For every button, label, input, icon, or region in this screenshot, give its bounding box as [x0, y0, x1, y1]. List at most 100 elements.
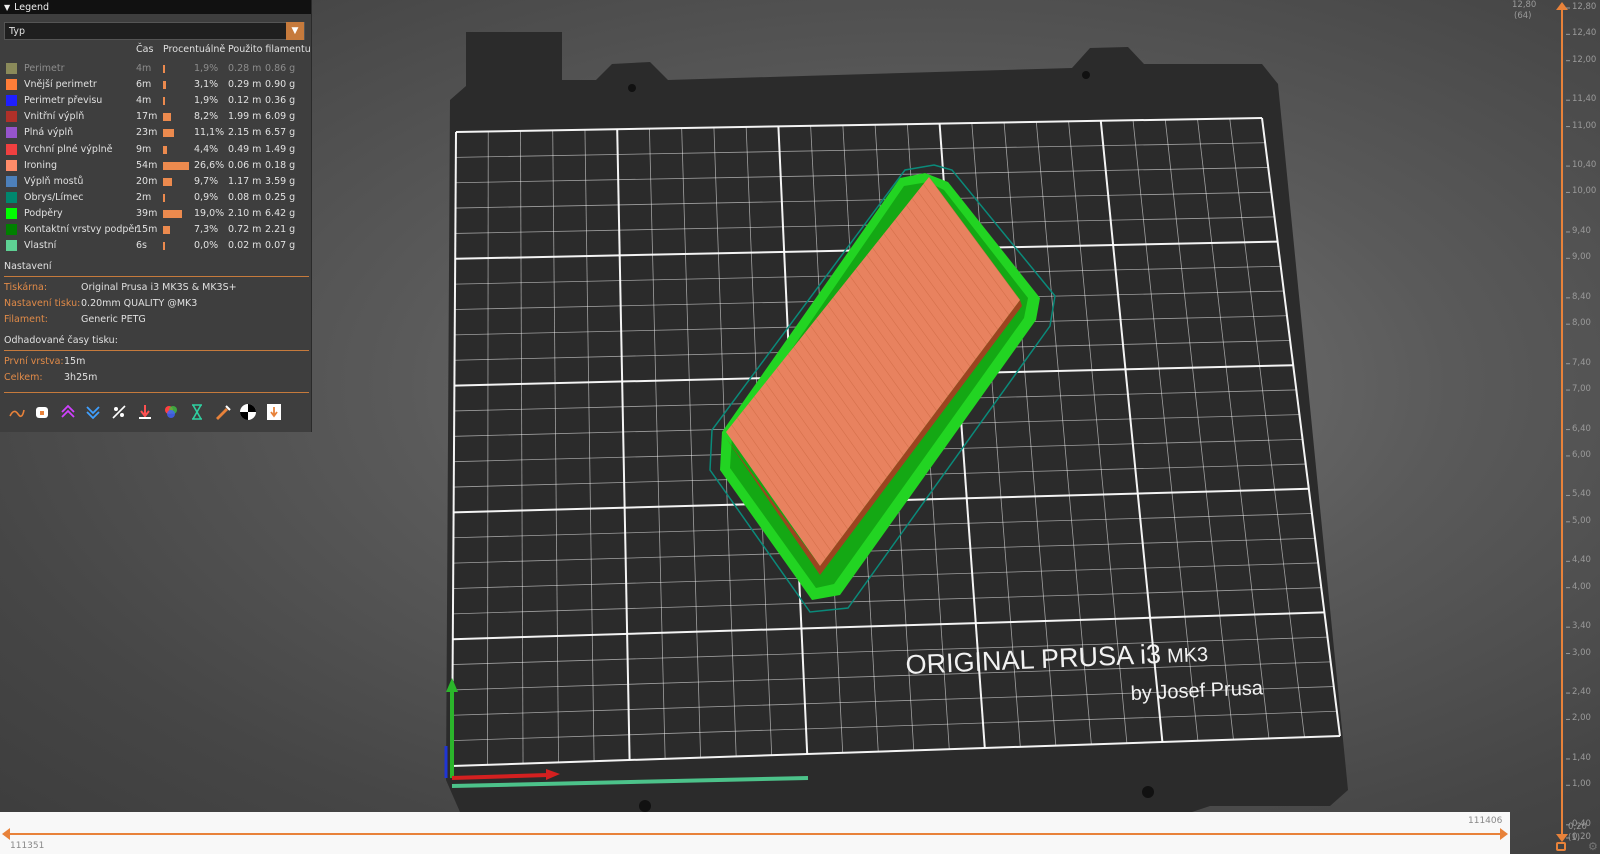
setting-value: 0.20mm QUALITY @MK3: [81, 298, 198, 309]
feature-row[interactable]: Perimetr převisu 4m 1,9% 0.12 m 0.36 g: [0, 93, 312, 109]
estimate-value: 3h25m: [64, 372, 98, 383]
wipe-icon[interactable]: [32, 402, 52, 422]
custom-gcodes-icon[interactable]: [212, 402, 232, 422]
feature-percent: 8,2%: [194, 111, 219, 123]
column-filament: Použito filamentu: [228, 44, 311, 55]
feature-row[interactable]: Perimetr 4m 1,9% 0.28 m 0.86 g: [0, 61, 312, 77]
feature-time: 15m: [136, 224, 158, 235]
estimate-key: První vrstva:: [4, 356, 64, 367]
feature-name: Vnější perimetr: [24, 79, 97, 91]
estimate-key: Celkem:: [4, 372, 43, 383]
feature-percent: 0,9%: [194, 191, 219, 203]
feature-length: 0.28 m: [228, 63, 262, 74]
feature-row[interactable]: Vnější perimetr 6m 3,1% 0.29 m 0.90 g: [0, 77, 312, 93]
feature-row[interactable]: Vlastní 6s 0,0% 0.02 m 0.07 g: [0, 238, 312, 254]
feature-share-bar: [163, 129, 174, 138]
feature-length: 0.29 m: [228, 79, 262, 91]
feature-name: Vlastní: [24, 240, 57, 252]
feature-time: 23m: [136, 127, 158, 139]
layer-tick-label: 8,40: [1572, 291, 1591, 302]
shells-icon[interactable]: [264, 402, 284, 422]
feature-weight: 0.18 g: [265, 159, 296, 171]
feature-row[interactable]: Plná výplň 23m 11,1% 2.15 m 6.57 g: [0, 125, 312, 141]
layer-tick-label: 2,00: [1572, 713, 1591, 724]
feature-row[interactable]: Kontaktní vrstvy podpěr 15m 7,3% 0.72 m 2.21…: [0, 222, 312, 238]
deretractions-icon[interactable]: [83, 402, 103, 422]
lock-icon[interactable]: [1556, 842, 1566, 851]
feature-name: Výplň mostů: [24, 175, 84, 187]
color-changes-icon[interactable]: [161, 402, 181, 422]
layer-tick-label: 10,00: [1572, 186, 1597, 197]
layer-tick-label: 1,00: [1572, 779, 1591, 790]
column-percent: Procentuálně: [163, 44, 226, 55]
column-time: Čas: [136, 44, 154, 55]
feature-length: 0.08 m: [228, 191, 262, 203]
layer-tick-label: 11,00: [1572, 120, 1597, 131]
feature-weight: 0.36 g: [265, 95, 296, 107]
feature-time: 9m: [136, 143, 152, 155]
feature-length: 0.49 m: [228, 143, 262, 155]
color-swatch: [6, 175, 17, 187]
retractions-icon[interactable]: [58, 402, 78, 422]
color-swatch: [6, 191, 17, 203]
view-type-select[interactable]: Typ ▼: [4, 22, 305, 40]
feature-weight: 2.21 g: [265, 224, 296, 235]
estimate-total: Celkem: 3h25m: [4, 372, 97, 383]
feature-row[interactable]: Vnitřní výplň 17m 8,2% 1.99 m 6.09 g: [0, 109, 312, 125]
tool-changes-icon[interactable]: [135, 402, 155, 422]
feature-time: 4m: [136, 95, 152, 107]
setting-filament: Filament: Generic PETG: [4, 314, 146, 325]
center-of-gravity-icon[interactable]: [238, 402, 258, 422]
feature-percent: 7,3%: [194, 224, 219, 235]
travel-icon[interactable]: [6, 402, 26, 422]
feature-row[interactable]: Ironing 54m 26,6% 0.06 m 0.18 g: [0, 158, 312, 174]
feature-length: 1.17 m: [228, 175, 262, 187]
feature-name: Kontaktní vrstvy podpěr: [24, 224, 139, 235]
setting-key: Tiskárna:: [4, 282, 48, 293]
layer-tick-label: 9,40: [1572, 225, 1591, 236]
color-swatch: [6, 127, 17, 139]
feature-name: Plná výplň: [24, 127, 74, 139]
layer-slider[interactable]: 12,80 (64) 0,20 (1) 12,80 12,40 12,00 11,40…: [1512, 0, 1600, 854]
layer-tick-label: 1,40: [1572, 752, 1591, 763]
feature-time: 6s: [136, 240, 147, 252]
layer-tick-label: 12,40: [1572, 28, 1597, 39]
feature-name: Vrchní plné výplně: [24, 143, 113, 155]
feature-row[interactable]: Podpěry 39m 19,0% 2.10 m 6.42 g: [0, 206, 312, 222]
layer-tick-label: 0,40: [1572, 818, 1591, 829]
feature-weight: 6.42 g: [265, 207, 296, 219]
legend-header[interactable]: ▼ Legend: [0, 0, 311, 14]
seams-icon[interactable]: [109, 402, 129, 422]
layer-tick-label: 12,00: [1572, 54, 1597, 65]
feature-time: 4m: [136, 63, 152, 74]
feature-row[interactable]: Výplň mostů 20m 9,7% 1.17 m 3.59 g: [0, 174, 312, 190]
feature-length: 2.10 m: [228, 207, 262, 219]
layer-tick-label: 12,80: [1572, 2, 1597, 12]
layer-tick-label: 6,00: [1572, 449, 1591, 460]
color-swatch: [6, 240, 17, 252]
cog-icon[interactable]: ⚙: [1588, 840, 1598, 853]
layer-tick-label: 8,00: [1572, 318, 1591, 329]
setting-key: Nastavení tisku:: [4, 298, 81, 309]
legend-title: Legend: [14, 1, 50, 13]
left-thumb: [2, 828, 10, 840]
feature-percent: 9,7%: [194, 175, 219, 187]
feature-time: 39m: [136, 207, 158, 219]
view-type-value: Typ: [9, 26, 25, 37]
upper-thumb: [1556, 2, 1568, 10]
move-slider-bar[interactable]: 111351 111406: [0, 812, 1510, 854]
feature-percent: 0,0%: [194, 240, 219, 252]
feature-row[interactable]: Obrys/Límec 2m 0,9% 0.08 m 0.25 g: [0, 190, 312, 206]
feature-share-bar: [163, 177, 173, 186]
layer-tick-label: 3,40: [1572, 621, 1591, 632]
chevron-down-icon[interactable]: ▼: [286, 22, 304, 40]
feature-name: Ironing: [24, 159, 58, 171]
feature-name: Perimetr převisu: [24, 95, 103, 107]
feature-row[interactable]: Vrchní plné výplně 9m 4,4% 0.49 m 1.49 g: [0, 142, 312, 158]
feature-percent: 4,4%: [194, 143, 219, 155]
pause-prints-icon[interactable]: [187, 402, 207, 422]
collapse-triangle-icon[interactable]: ▼: [4, 3, 10, 12]
setting-key: Filament:: [4, 314, 48, 325]
feature-weight: 3.59 g: [265, 175, 296, 187]
estimate-value: 15m: [64, 356, 86, 367]
